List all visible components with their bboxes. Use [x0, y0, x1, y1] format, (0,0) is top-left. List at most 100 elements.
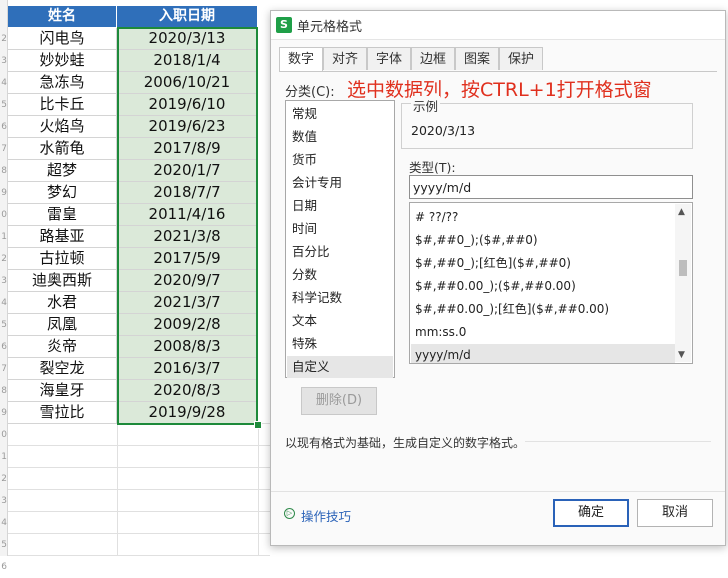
format-list-scrollbar[interactable]: ▲ ▼ — [675, 204, 691, 362]
cell-name[interactable]: 炎帝 — [8, 336, 117, 358]
format-item[interactable]: # ??/?? — [411, 206, 675, 229]
play-circle-icon[interactable]: ▷ — [284, 508, 295, 519]
row-number[interactable]: 2 — [0, 248, 7, 270]
fill-handle[interactable] — [254, 421, 262, 429]
cell-name[interactable]: 迪奥西斯 — [8, 270, 117, 292]
cell-name[interactable]: 超梦 — [8, 160, 117, 182]
row-number[interactable]: 5 — [0, 314, 7, 336]
row-number[interactable]: 1 — [0, 226, 7, 248]
category-item[interactable]: 科学记数 — [287, 287, 393, 309]
category-item[interactable]: 货币 — [287, 149, 393, 171]
row-number[interactable]: 9 — [0, 182, 7, 204]
cell-name[interactable]: 急冻鸟 — [8, 72, 117, 94]
format-item[interactable]: $#,##0.00_);[红色]($#,##0.00) — [411, 298, 675, 321]
cell-hire-date[interactable]: 2016/3/7 — [117, 358, 258, 380]
category-item[interactable]: 分数 — [287, 264, 393, 286]
row-number[interactable]: 5 — [0, 94, 7, 116]
cell-name[interactable]: 路基亚 — [8, 226, 117, 248]
row-number[interactable]: 4 — [0, 292, 7, 314]
title-bar[interactable]: S 单元格格式 — [271, 11, 725, 40]
category-item[interactable]: 特殊 — [287, 333, 393, 355]
cell-hire-date[interactable]: 2017/5/9 — [117, 248, 258, 270]
scroll-thumb[interactable] — [679, 260, 687, 276]
category-item[interactable]: 时间 — [287, 218, 393, 240]
row-number[interactable]: 1 — [0, 446, 7, 468]
category-item[interactable]: 会计专用 — [287, 172, 393, 194]
row-number[interactable]: 9 — [0, 402, 7, 424]
cell-hire-date[interactable]: 2019/9/28 — [117, 402, 258, 424]
tab-number[interactable]: 数字 — [279, 47, 323, 72]
cell-hire-date[interactable]: 2017/8/9 — [117, 138, 258, 160]
cell-name[interactable]: 凤凰 — [8, 314, 117, 336]
category-item[interactable]: 百分比 — [287, 241, 393, 263]
row-number[interactable]: 8 — [0, 160, 7, 182]
category-item[interactable]: 常规 — [287, 103, 393, 125]
format-item[interactable]: $#,##0.00_);($#,##0.00) — [411, 275, 675, 298]
cancel-button[interactable]: 取消 — [637, 499, 713, 527]
cell-name[interactable]: 雪拉比 — [8, 402, 117, 424]
tab-border[interactable]: 边框 — [411, 47, 455, 70]
category-item[interactable]: 文本 — [287, 310, 393, 332]
format-item[interactable]: yyyy/m/d — [411, 344, 675, 363]
row-number[interactable]: 8 — [0, 380, 7, 402]
cell-name[interactable]: 妙妙蛙 — [8, 50, 117, 72]
cell-hire-date[interactable]: 2021/3/7 — [117, 292, 258, 314]
row-number[interactable]: 5 — [0, 534, 7, 556]
cell-name[interactable]: 雷皇 — [8, 204, 117, 226]
format-item[interactable]: $#,##0_);($#,##0) — [411, 229, 675, 252]
tab-pattern[interactable]: 图案 — [455, 47, 499, 70]
header-name[interactable]: 姓名 — [8, 6, 117, 27]
format-list[interactable]: # ??/?? $#,##0_);($#,##0) $#,##0_);[红色]($#… — [409, 202, 693, 364]
row-number[interactable]: 3 — [0, 50, 7, 72]
scroll-down-icon[interactable]: ▼ — [678, 350, 685, 360]
cell-name[interactable]: 海皇牙 — [8, 380, 117, 402]
cell-hire-date[interactable]: 2020/8/3 — [117, 380, 258, 402]
category-item[interactable]: 数值 — [287, 126, 393, 148]
cell-hire-date[interactable]: 2009/2/8 — [117, 314, 258, 336]
ok-button[interactable]: 确定 — [553, 499, 629, 527]
tips-link[interactable]: 操作技巧 — [301, 506, 351, 525]
row-number[interactable]: 6 — [0, 556, 7, 578]
tab-font[interactable]: 字体 — [367, 47, 411, 70]
cell-name[interactable]: 水箭龟 — [8, 138, 117, 160]
row-number[interactable]: 0 — [0, 204, 7, 226]
cell-name[interactable]: 梦幻 — [8, 182, 117, 204]
cell-name[interactable]: 闪电鸟 — [8, 28, 117, 50]
category-list[interactable]: 常规 数值 货币 会计专用 日期 时间 百分比 分数 科学记数 文本 特殊 自定义 — [285, 100, 395, 378]
header-hire-date[interactable]: 入职日期 — [117, 6, 258, 27]
cell-name[interactable]: 古拉顿 — [8, 248, 117, 270]
category-item[interactable]: 日期 — [287, 195, 393, 217]
cell-name[interactable]: 水君 — [8, 292, 117, 314]
row-number[interactable]: 7 — [0, 138, 7, 160]
cell-hire-date[interactable]: 2008/8/3 — [117, 336, 258, 358]
row-number[interactable]: 4 — [0, 72, 7, 94]
row-number[interactable]: 6 — [0, 116, 7, 138]
scroll-up-icon[interactable]: ▲ — [678, 207, 685, 217]
category-item[interactable]: 自定义 — [287, 356, 393, 378]
row-number[interactable]: 3 — [0, 270, 7, 292]
cell-hire-date[interactable]: 2020/1/7 — [117, 160, 258, 182]
row-number[interactable]: 7 — [0, 358, 7, 380]
row-number[interactable]: 0 — [0, 424, 7, 446]
row-number[interactable]: 3 — [0, 490, 7, 512]
format-item[interactable]: $#,##0_);[红色]($#,##0) — [411, 252, 675, 275]
row-number[interactable]: 2 — [0, 28, 7, 50]
cell-name[interactable]: 火焰鸟 — [8, 116, 117, 138]
cell-hire-date[interactable]: 2011/4/16 — [117, 204, 258, 226]
cell-hire-date[interactable]: 2006/10/21 — [117, 72, 258, 94]
row-number[interactable]: 6 — [0, 336, 7, 358]
cell-name[interactable]: 比卡丘 — [8, 94, 117, 116]
cell-hire-date[interactable]: 2020/9/7 — [117, 270, 258, 292]
format-item[interactable]: mm:ss.0 — [411, 321, 675, 344]
cell-name[interactable]: 裂空龙 — [8, 358, 117, 380]
tab-protection[interactable]: 保护 — [499, 47, 543, 70]
row-number[interactable]: 4 — [0, 512, 7, 534]
cell-hire-date[interactable]: 2019/6/10 — [117, 94, 258, 116]
row-number[interactable]: 2 — [0, 468, 7, 490]
cell-hire-date[interactable]: 2018/1/4 — [117, 50, 258, 72]
cell-hire-date[interactable]: 2019/6/23 — [117, 116, 258, 138]
type-input[interactable] — [409, 175, 693, 199]
cell-hire-date[interactable]: 2020/3/13 — [117, 28, 258, 50]
delete-button[interactable]: 删除(D) — [301, 387, 377, 415]
cell-hire-date[interactable]: 2018/7/7 — [117, 182, 258, 204]
